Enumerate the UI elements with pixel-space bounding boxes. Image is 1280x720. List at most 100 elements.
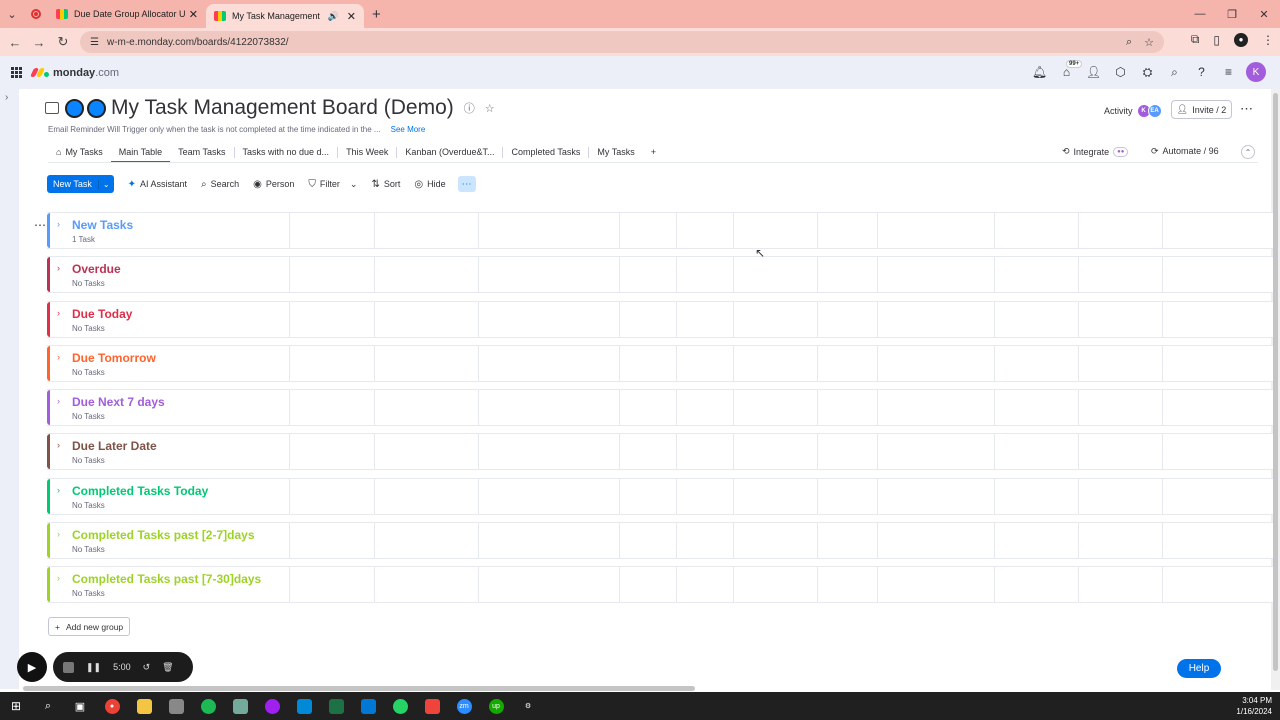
tab-team-tasks[interactable]: Team Tasks [170, 142, 233, 162]
tab-completed-tasks[interactable]: Completed Tasks [503, 142, 588, 162]
integrate-button[interactable]: ⟲ Integrate ●● [1062, 146, 1129, 157]
browser-tab-1[interactable]: Due Date Group Allocator User ✕ [48, 0, 206, 28]
favorite-star-icon[interactable]: ☆ [485, 102, 495, 115]
chevron-right-icon[interactable]: › [57, 573, 60, 583]
menu-lines-icon[interactable]: ≡ [1215, 65, 1242, 79]
automate-button[interactable]: ⟳ Automate / 96 [1151, 146, 1219, 157]
page-title[interactable]: My Task Management Board (Demo) [111, 96, 454, 120]
left-sidebar-collapsed[interactable]: › [0, 89, 19, 689]
group-overdue[interactable]: › Overdue No Tasks [47, 256, 1273, 294]
expand-chevron-icon[interactable]: › [5, 92, 8, 103]
person-filter-button[interactable]: ◉ Person [253, 179, 294, 190]
anydesk-icon[interactable] [416, 692, 448, 720]
invite-members-icon[interactable]: 👤︎ [1080, 65, 1107, 79]
browser-tab-2[interactable]: My Task Management 🔊 ✕ [206, 4, 364, 28]
extensions-icon[interactable]: ⧉ [1191, 32, 1200, 47]
chrome-icon[interactable]: ● [96, 692, 128, 720]
zoom-icon[interactable]: zm [448, 692, 480, 720]
integrations-icon[interactable]: ⬡ [1107, 65, 1134, 79]
search-button[interactable]: ⌕ Search [201, 179, 239, 190]
tab-kanban[interactable]: Kanban (Overdue&T... [397, 142, 502, 162]
close-icon[interactable]: ✕ [189, 8, 198, 21]
group-title[interactable]: Due Today [72, 307, 132, 321]
spotify-icon[interactable] [192, 692, 224, 720]
browser-menu-icon[interactable]: ⋮ [1262, 33, 1274, 47]
chevron-right-icon[interactable]: › [57, 529, 60, 539]
user-avatar[interactable]: K [1246, 62, 1266, 82]
zoom-icon[interactable]: ⌕ [1126, 36, 1132, 49]
task-view-icon[interactable]: ▣ [64, 692, 96, 720]
inbox-icon[interactable]: ⌂ 99+ [1053, 60, 1083, 79]
trash-icon[interactable]: 🗑︎ [162, 662, 173, 673]
window-close-icon[interactable]: ✕ [1248, 0, 1280, 28]
new-task-label[interactable]: New Task [47, 179, 98, 189]
activity-button[interactable]: Activity K EA [1104, 104, 1162, 118]
podcast-icon[interactable] [256, 692, 288, 720]
hide-button[interactable]: ◎ Hide [414, 179, 445, 190]
group-completed-2-7-days[interactable]: › Completed Tasks past [2-7]days No Task… [47, 522, 1273, 560]
marketplace-icon[interactable]: ⛭ [1134, 65, 1161, 80]
record-icon[interactable] [24, 0, 48, 28]
see-more-link[interactable]: See More [391, 125, 426, 134]
tab-main-table[interactable]: Main Table [110, 142, 171, 163]
chevron-right-icon[interactable]: › [57, 263, 60, 273]
collapse-header-icon[interactable]: ⌃ [1241, 145, 1255, 159]
board-more-icon[interactable]: ⋯ [1240, 101, 1253, 117]
search-icon[interactable]: ⌕ [1161, 65, 1188, 80]
whatsapp-icon[interactable] [384, 692, 416, 720]
group-due-later-date[interactable]: › Due Later Date No Tasks [47, 433, 1273, 471]
more-options-icon[interactable]: ⋯ [457, 176, 476, 192]
tab-no-due-date[interactable]: Tasks with no due d... [235, 142, 338, 162]
group-title[interactable]: Due Tomorrow [72, 351, 156, 365]
tab-my-tasks[interactable]: ⌂ My Tasks [48, 142, 111, 162]
stop-icon[interactable] [63, 661, 74, 673]
chevron-right-icon[interactable]: › [57, 308, 60, 318]
add-new-group-button[interactable]: + Add new group [48, 617, 131, 636]
filter-button[interactable]: ⛉ Filter ⌄ [308, 179, 357, 190]
group-due-next-7-days[interactable]: › Due Next 7 days No Tasks [47, 389, 1273, 427]
restore-icon[interactable]: ❐ [1216, 0, 1248, 28]
azure-icon[interactable] [288, 692, 320, 720]
search-icon[interactable]: ⌕ [32, 692, 64, 720]
info-icon[interactable]: ⓘ [464, 100, 475, 116]
bell-icon[interactable]: 🔔︎ [1026, 65, 1053, 79]
chevron-down-icon[interactable]: ⌄ [97, 179, 114, 189]
new-task-button[interactable]: New Task ⌄ [47, 175, 114, 193]
camera-icon[interactable]: ▶ [17, 652, 47, 682]
tab-my-tasks-2[interactable]: My Tasks [589, 142, 642, 162]
restart-icon[interactable]: ↺ [143, 662, 151, 673]
url-field[interactable]: ☰ w-m-e.monday.com/boards/4122073832/ ⌕ … [80, 31, 1164, 53]
group-title[interactable]: Due Later Date [72, 439, 157, 453]
excel-icon[interactable] [320, 692, 352, 720]
app-icon[interactable] [160, 692, 192, 720]
close-icon[interactable]: ✕ [347, 10, 356, 23]
chevron-right-icon[interactable]: › [57, 219, 60, 229]
pause-icon[interactable]: ❚❚ [86, 662, 101, 673]
chevron-right-icon[interactable]: › [57, 352, 60, 362]
group-title[interactable]: Completed Tasks past [2-7]days [72, 528, 255, 542]
chevron-right-icon[interactable]: › [57, 396, 60, 406]
reload-icon[interactable]: ↻ [51, 34, 75, 50]
help-button[interactable]: Help [1177, 659, 1221, 678]
bookmark-star-icon[interactable]: ☆ [1144, 36, 1154, 49]
windows-start-icon[interactable]: ⊞ [0, 692, 32, 720]
apps-grid-icon[interactable] [11, 67, 22, 78]
new-tab-plus-icon[interactable]: + [372, 6, 381, 23]
horizontal-scrollbar[interactable] [23, 686, 695, 691]
system-clock[interactable]: 3:04 PM 1/16/2024 [1236, 695, 1272, 717]
sort-button[interactable]: ⇅ Sort [371, 179, 400, 190]
forward-icon[interactable]: → [27, 35, 51, 50]
chevron-down-icon[interactable]: ⌄ [350, 179, 358, 190]
add-view-plus-icon[interactable]: + [643, 142, 664, 162]
tab-this-week[interactable]: This Week [338, 142, 396, 162]
monday-logo[interactable]: monday .com [29, 67, 119, 79]
ai-assistant-button[interactable]: ✦ AI Assistant [128, 179, 187, 190]
board-panel-icon[interactable] [45, 102, 59, 114]
outlook-icon[interactable] [352, 692, 384, 720]
profile-avatar[interactable]: ● [1234, 32, 1248, 47]
settings-icon[interactable]: ⚙ [512, 692, 544, 720]
group-title[interactable]: Due Next 7 days [72, 395, 165, 409]
group-title[interactable]: Completed Tasks past [7-30]days [72, 572, 261, 586]
site-info-icon[interactable]: ☰ [90, 37, 99, 48]
group-title[interactable]: New Tasks [72, 218, 133, 232]
